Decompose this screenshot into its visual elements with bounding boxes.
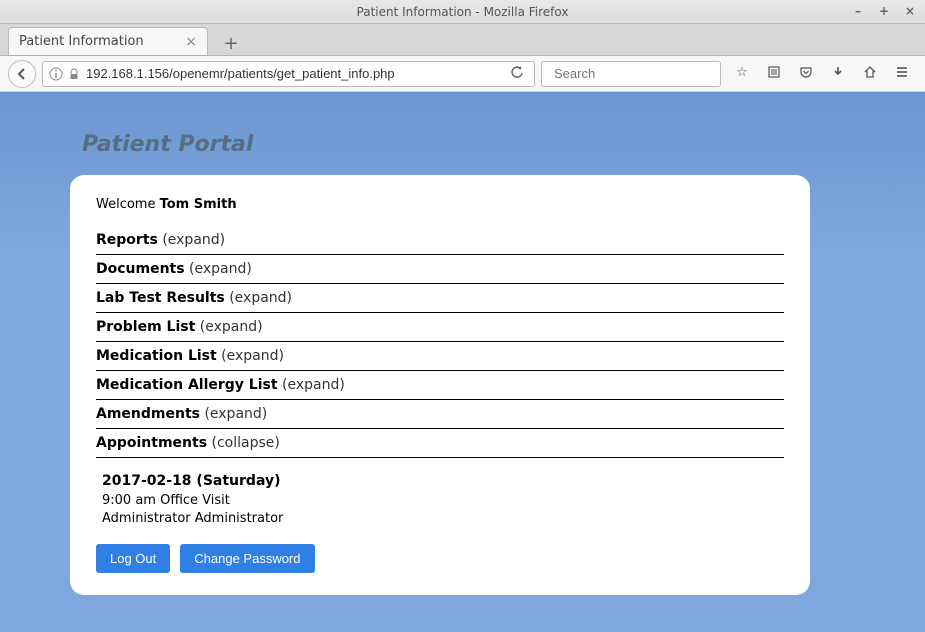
action-buttons: Log Out Change Password bbox=[96, 544, 784, 573]
section-title: Lab Test Results bbox=[96, 290, 225, 306]
minimize-button[interactable]: – bbox=[849, 2, 867, 20]
bookmark-star-icon[interactable]: ☆ bbox=[733, 65, 751, 83]
search-input[interactable] bbox=[554, 66, 730, 81]
site-identity[interactable] bbox=[49, 67, 80, 81]
nav-toolbar: ☆ bbox=[0, 56, 925, 92]
browser-tab[interactable]: Patient Information × bbox=[8, 27, 208, 55]
reload-button[interactable] bbox=[506, 65, 528, 83]
section-appointments[interactable]: Appointments (collapse) bbox=[96, 429, 784, 458]
section-title: Medication Allergy List bbox=[96, 377, 278, 393]
logout-button[interactable]: Log Out bbox=[96, 544, 170, 573]
tab-title: Patient Information bbox=[19, 34, 144, 49]
section-toggle: (collapse) bbox=[211, 435, 279, 451]
reload-icon bbox=[510, 65, 524, 79]
tab-strip: Patient Information × + bbox=[0, 24, 925, 56]
section-toggle: (expand) bbox=[221, 348, 284, 364]
section-toggle: (expand) bbox=[282, 377, 345, 393]
section-title: Appointments bbox=[96, 435, 207, 451]
search-bar[interactable] bbox=[541, 61, 721, 87]
patient-card: Welcome Tom Smith Reports (expand) Docum… bbox=[70, 175, 810, 595]
toolbar-icons: ☆ bbox=[727, 65, 917, 83]
section-toggle: (expand) bbox=[162, 232, 225, 248]
welcome-prefix: Welcome bbox=[96, 197, 160, 212]
info-icon bbox=[49, 67, 63, 81]
section-title: Documents bbox=[96, 261, 185, 277]
window-title: Patient Information - Mozilla Firefox bbox=[357, 5, 569, 19]
url-input[interactable] bbox=[86, 66, 500, 81]
url-bar[interactable] bbox=[42, 61, 535, 87]
section-title: Medication List bbox=[96, 348, 217, 364]
window-controls: – + × bbox=[849, 2, 919, 20]
page-viewport: Patient Portal Welcome Tom Smith Reports… bbox=[0, 92, 925, 632]
section-title: Problem List bbox=[96, 319, 195, 335]
appointment-time-type: 9:00 am Office Visit bbox=[102, 492, 784, 510]
section-documents[interactable]: Documents (expand) bbox=[96, 255, 784, 284]
portal-title: Patient Portal bbox=[82, 132, 875, 157]
close-window-button[interactable]: × bbox=[901, 2, 919, 20]
welcome-text: Welcome Tom Smith bbox=[96, 197, 784, 212]
section-toggle: (expand) bbox=[189, 261, 252, 277]
window-titlebar: Patient Information - Mozilla Firefox – … bbox=[0, 0, 925, 24]
section-toggle: (expand) bbox=[229, 290, 292, 306]
new-tab-button[interactable]: + bbox=[218, 31, 244, 55]
change-password-button[interactable]: Change Password bbox=[180, 544, 314, 573]
reader-view-icon[interactable] bbox=[765, 65, 783, 83]
section-toggle: (expand) bbox=[200, 319, 263, 335]
downloads-icon[interactable] bbox=[829, 65, 847, 83]
section-medication-list[interactable]: Medication List (expand) bbox=[96, 342, 784, 371]
close-tab-icon[interactable]: × bbox=[185, 34, 197, 50]
section-toggle: (expand) bbox=[204, 406, 267, 422]
permissions-icon bbox=[68, 68, 80, 80]
appointment-date: 2017-02-18 (Saturday) bbox=[102, 472, 784, 492]
section-lab-test-results[interactable]: Lab Test Results (expand) bbox=[96, 284, 784, 313]
home-icon[interactable] bbox=[861, 65, 879, 83]
pocket-icon[interactable] bbox=[797, 65, 815, 83]
section-amendments[interactable]: Amendments (expand) bbox=[96, 400, 784, 429]
section-title: Reports bbox=[96, 232, 158, 248]
appointments-body: 2017-02-18 (Saturday) 9:00 am Office Vis… bbox=[96, 458, 784, 542]
section-problem-list[interactable]: Problem List (expand) bbox=[96, 313, 784, 342]
welcome-name: Tom Smith bbox=[160, 197, 237, 212]
appointment-provider: Administrator Administrator bbox=[102, 510, 784, 528]
section-title: Amendments bbox=[96, 406, 200, 422]
back-arrow-icon bbox=[15, 67, 29, 81]
section-medication-allergy-list[interactable]: Medication Allergy List (expand) bbox=[96, 371, 784, 400]
back-button[interactable] bbox=[8, 60, 36, 88]
section-reports[interactable]: Reports (expand) bbox=[96, 226, 784, 255]
maximize-button[interactable]: + bbox=[875, 2, 893, 20]
menu-icon[interactable] bbox=[893, 65, 911, 83]
